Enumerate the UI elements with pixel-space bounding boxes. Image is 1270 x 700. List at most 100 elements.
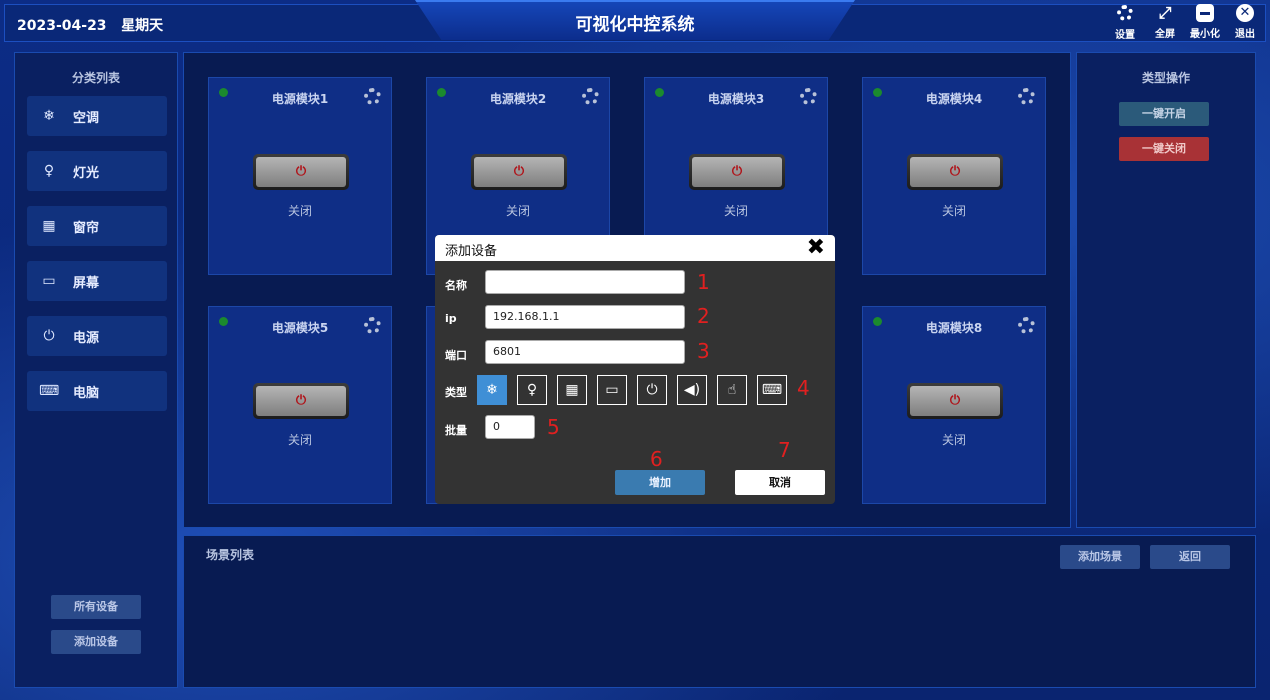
fullscreen-button[interactable]: ⤢ 全屏 [1145,4,1185,41]
annotation-6: 6 [650,447,663,471]
app-title: 可视化中控系统 [575,15,695,35]
power-toggle-button[interactable]: ⏻ [471,154,567,190]
monitor-icon: ▭ [42,273,56,289]
monitor-icon: ▭ [605,382,619,398]
fullscreen-label: 全屏 [1155,29,1175,40]
power-icon: ⏻ [692,157,782,187]
category-sidebar: 分类列表 ❄ 空调 ♀ 灯光 ▦ 窗帘 ▭ 屏幕 ⏻ 电源 ⌨ 电脑 所有设备 … [14,52,178,688]
scene-list-panel: 场景列表 添加场景 返回 [183,535,1256,688]
gear-icon[interactable] [1018,88,1035,105]
power-icon: ⏻ [256,157,346,187]
header-date: 2023-04-23 星期天 [17,15,163,35]
minimize-button[interactable]: 最小化 [1185,4,1225,40]
close-circle-icon: ✕ [1236,4,1254,22]
gear-icon[interactable] [364,317,381,334]
gear-icon[interactable] [364,88,381,105]
speaker-icon: ◀) [683,382,701,398]
grid-icon: ▦ [42,218,56,234]
power-toggle-button[interactable]: ⏻ [907,383,1003,419]
type-option-curtain[interactable]: ▦ [557,375,587,405]
annotation-4: 4 [797,376,810,400]
name-field[interactable] [485,270,685,294]
sidebar-item-label: 屏幕 [73,275,100,291]
type-option-power[interactable]: ⏻ [637,375,667,405]
close-icon[interactable]: ✖ [807,235,825,261]
type-option-screen[interactable]: ▭ [597,375,627,405]
sidebar-title: 分类列表 [71,71,120,85]
gear-icon[interactable] [1018,317,1035,334]
power-icon: ⏻ [43,328,55,344]
power-icon: ⏻ [256,386,346,416]
add-scene-button[interactable]: 添加场景 [1060,545,1140,569]
type-option-audio[interactable]: ◀) [677,375,707,405]
annotation-1: 1 [697,270,710,294]
sidebar-item-power[interactable]: ⏻ 电源 [27,316,167,356]
minimize-label: 最小化 [1190,29,1220,40]
power-toggle-button[interactable]: ⏻ [253,383,349,419]
date-text: 2023-04-23 [17,18,107,34]
sidebar-item-label: 灯光 [73,165,100,181]
settings-label: 设置 [1115,30,1135,41]
annotation-7: 7 [778,438,791,462]
power-icon: ⏻ [910,386,1000,416]
lightbulb-icon: ♀ [526,382,538,398]
ip-field[interactable]: 192.168.1.1 [485,305,685,329]
weekday-text: 星期天 [121,18,164,34]
sidebar-item-screen[interactable]: ▭ 屏幕 [27,261,167,301]
all-devices-button[interactable]: 所有设备 [51,595,141,619]
add-device-dialog: 添加设备 ✖ 名称 1 ip 192.168.1.1 2 端口 6801 3 类… [435,235,835,504]
sidebar-item-lighting[interactable]: ♀ 灯光 [27,151,167,191]
ip-label: ip [445,312,457,325]
power-icon: ⏻ [910,157,1000,187]
sidebar-item-curtain[interactable]: ▦ 窗帘 [27,206,167,246]
power-icon: ⏻ [646,382,658,398]
device-state: 关闭 [723,204,748,218]
sidebar-item-computer[interactable]: ⌨ 电脑 [27,371,167,411]
minimize-icon [1196,4,1214,22]
type-label: 类型 [445,386,467,399]
sidebar-item-label: 窗帘 [73,220,100,236]
cancel-button[interactable]: 取消 [735,470,825,495]
gear-icon[interactable] [582,88,599,105]
sidebar-item-label: 电源 [73,330,100,346]
power-toggle-button[interactable]: ⏻ [253,154,349,190]
device-state: 关闭 [287,433,312,447]
type-option-lighting[interactable]: ♀ [517,375,547,405]
device-state: 关闭 [941,433,966,447]
scene-title: 场景列表 [206,548,255,562]
annotation-3: 3 [697,339,710,363]
lightbulb-icon: ♀ [43,163,55,179]
annotation-2: 2 [697,304,710,328]
laptop-icon: ⌨ [761,382,783,398]
name-label: 名称 [445,279,467,292]
power-toggle-button[interactable]: ⏻ [689,154,785,190]
settings-button[interactable]: 设置 [1105,4,1145,41]
port-field[interactable]: 6801 [485,340,685,364]
dialog-header: 添加设备 ✖ [435,235,835,261]
port-label: 端口 [445,349,467,362]
type-option-aircon[interactable]: ❄ [477,375,507,405]
back-button[interactable]: 返回 [1150,545,1230,569]
snowflake-icon: ❄ [486,382,498,398]
hand-pointer-icon: ☝ [727,382,737,398]
type-option-touch[interactable]: ☝ [717,375,747,405]
add-device-button[interactable]: 添加设备 [51,630,141,654]
dialog-title: 添加设备 [445,244,498,259]
laptop-icon: ⌨ [39,383,60,399]
exit-button[interactable]: ✕ 退出 [1225,4,1265,40]
power-toggle-button[interactable]: ⏻ [907,154,1003,190]
batch-field[interactable]: 0 [485,415,535,439]
batch-label: 批量 [445,424,467,437]
snowflake-icon: ❄ [43,108,55,124]
grid-icon: ▦ [565,382,579,398]
sidebar-item-aircon[interactable]: ❄ 空调 [27,96,167,136]
type-option-computer[interactable]: ⌨ [757,375,787,405]
power-icon: ⏻ [474,157,564,187]
sidebar-item-label: 电脑 [73,385,100,401]
close-all-button[interactable]: 一键关闭 [1119,137,1209,161]
device-state: 关闭 [287,204,312,218]
gear-icon[interactable] [800,88,817,105]
add-button[interactable]: 增加 [615,470,705,495]
device-state: 关闭 [505,204,530,218]
open-all-button[interactable]: 一键开启 [1119,102,1209,126]
